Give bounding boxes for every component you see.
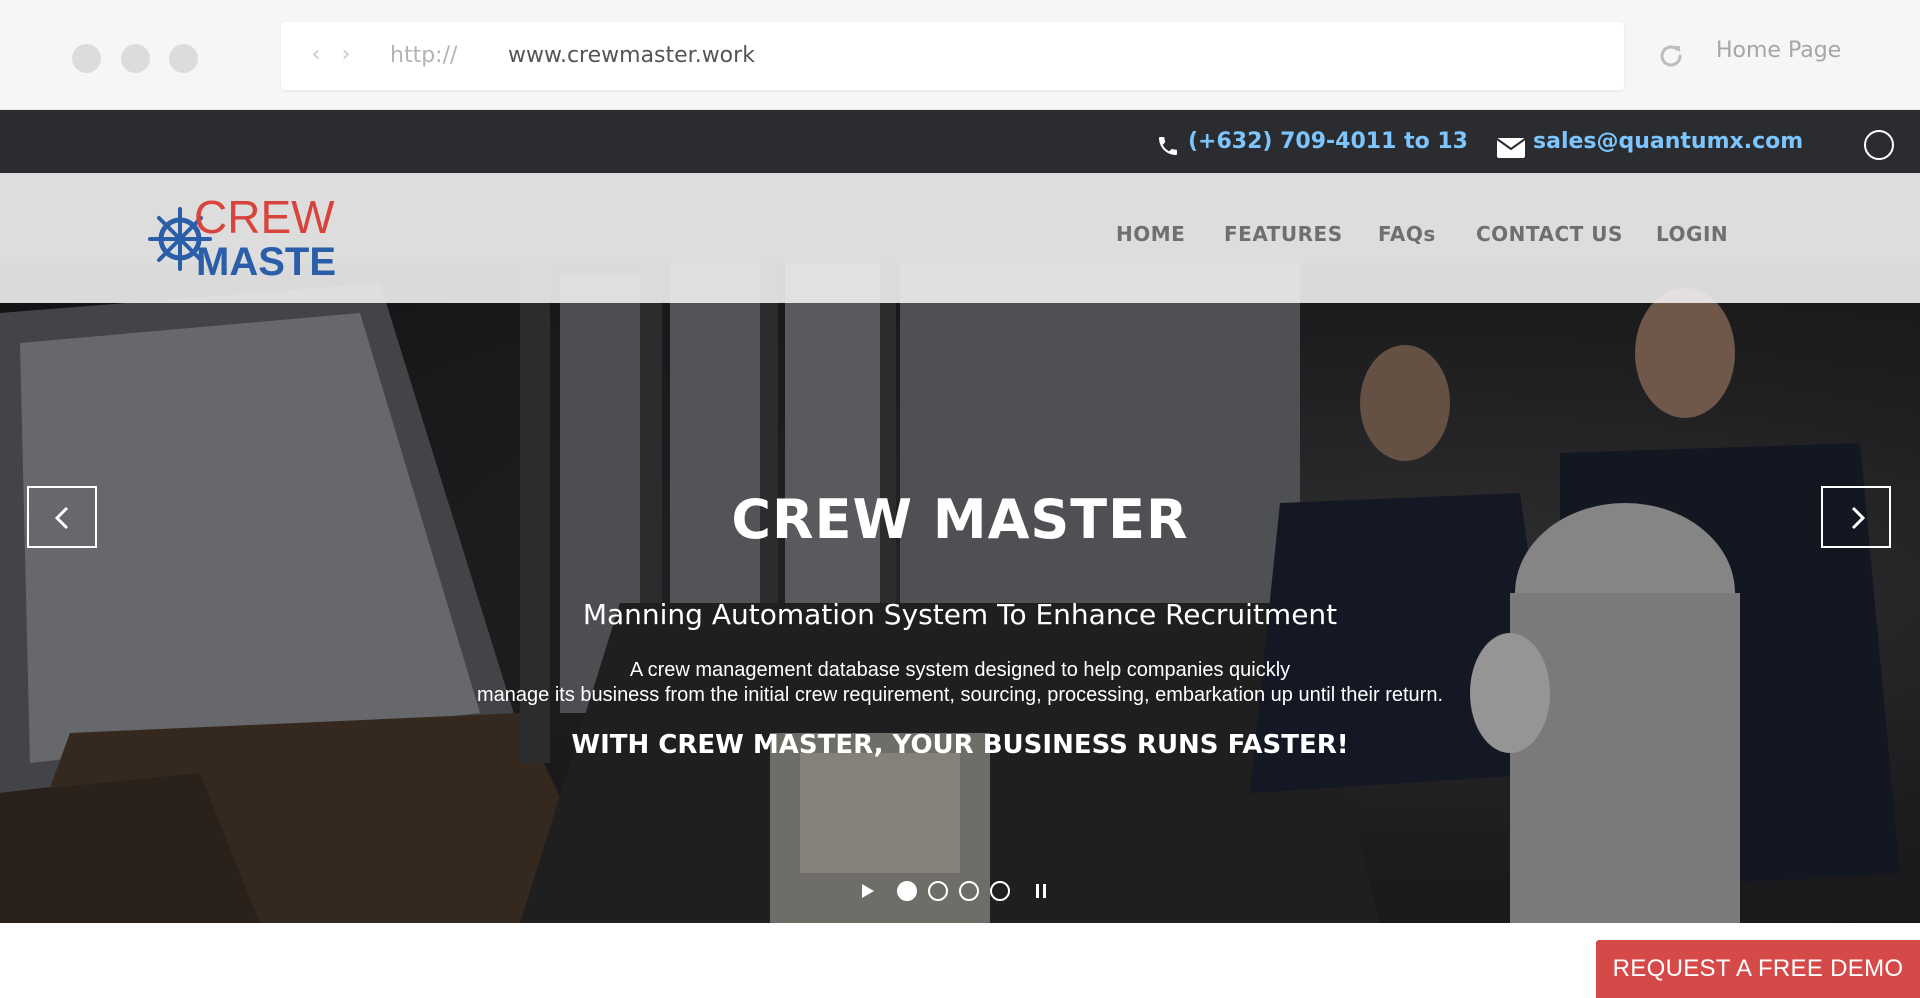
hero-tagline: WITH CREW MASTER, YOUR BUSINESS RUNS FAS… <box>571 730 1349 760</box>
hero-description-line-2: manage its business from the initial cre… <box>476 684 1443 706</box>
pause-icon[interactable] <box>1035 883 1047 899</box>
reload-icon[interactable] <box>1655 40 1687 72</box>
browser-chrome: ‹ › http:// www.crewmaster.work Home Pag… <box>0 0 1920 110</box>
nav-contact-us[interactable]: CONTACT US <box>1476 222 1623 246</box>
mail-icon <box>1496 138 1526 158</box>
phone-icon <box>1159 137 1177 155</box>
nav-features[interactable]: FEATURES <box>1224 222 1343 246</box>
home-page-link[interactable]: Home Page <box>1716 38 1841 63</box>
slider-pagination <box>861 880 1061 904</box>
slider-dot-3[interactable] <box>959 881 979 901</box>
contact-bar: (+632) 709-4011 to 13 sales@quantumx.com <box>0 110 1920 173</box>
logo-text-crew: CREW <box>194 193 335 243</box>
slider-dot-4[interactable] <box>990 881 1010 901</box>
logo-text-master: MASTER <box>196 240 338 283</box>
window-minimize-dot[interactable] <box>121 44 150 73</box>
slider-prev-button[interactable] <box>27 486 97 548</box>
hero-description-line-1: A crew management database system design… <box>629 659 1291 681</box>
hero-title: CREW MASTER <box>731 488 1189 551</box>
chevron-left-icon <box>54 506 69 530</box>
nav-faqs[interactable]: FAQs <box>1378 222 1436 246</box>
play-icon[interactable] <box>861 883 875 899</box>
nav-login[interactable]: LOGIN <box>1656 222 1728 246</box>
url-text[interactable]: www.crewmaster.work <box>508 22 755 90</box>
url-protocol: http:// <box>390 43 458 68</box>
request-demo-button[interactable]: REQUEST A FREE DEMO <box>1596 940 1920 998</box>
topbar-circle-button[interactable] <box>1864 130 1894 160</box>
forward-arrow-icon[interactable]: › <box>335 40 357 70</box>
address-bar[interactable]: ‹ › http:// www.crewmaster.work <box>281 22 1624 90</box>
nav-home[interactable]: HOME <box>1116 222 1185 246</box>
hero-description: A crew management database system design… <box>0 658 1920 708</box>
email-link[interactable]: sales@quantumx.com <box>1533 129 1803 154</box>
crewmaster-logo[interactable]: CREW MASTER <box>146 193 338 283</box>
slider-dot-2[interactable] <box>928 881 948 901</box>
slider-dot-1[interactable] <box>897 881 917 901</box>
hero-subtitle: Manning Automation System To Enhance Rec… <box>582 598 1338 631</box>
phone-number[interactable]: (+632) 709-4011 to 13 <box>1188 129 1468 154</box>
back-arrow-icon[interactable]: ‹ <box>305 40 327 70</box>
window-close-dot[interactable] <box>72 44 101 73</box>
window-maximize-dot[interactable] <box>169 44 198 73</box>
slider-next-button[interactable] <box>1821 486 1891 548</box>
chevron-right-icon <box>1851 506 1866 530</box>
